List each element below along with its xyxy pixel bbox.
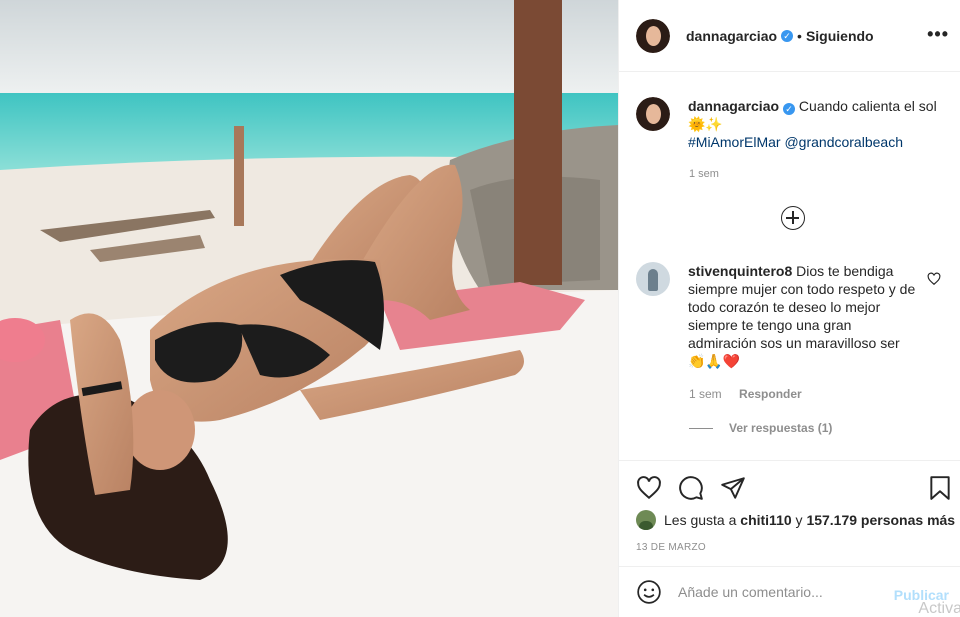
caption-hashtag[interactable]: #MiAmorElMar: [688, 134, 781, 150]
caption-mention[interactable]: @grandcoralbeach: [784, 134, 903, 150]
post-caption: dannagarciao ✓ Cuando calienta el sol 🌞✨ …: [636, 97, 946, 151]
view-replies-label: Ver respuestas (1): [729, 421, 833, 435]
share-icon[interactable]: [720, 475, 746, 501]
beach-photo-image: [0, 0, 618, 617]
comment-item: stivenquintero8 Dios te bendiga siempre …: [636, 262, 956, 370]
caption-username[interactable]: dannagarciao: [688, 98, 779, 114]
caption-emojis: 🌞✨: [688, 116, 723, 132]
replies-divider-line: [689, 427, 713, 429]
comment-meta: 1 sem Responder: [689, 387, 816, 401]
commenter-username[interactable]: stivenquintero8: [688, 263, 792, 279]
following-button[interactable]: Siguiendo: [806, 28, 874, 44]
post-header: dannagarciao ✓ • Siguiendo •••: [619, 0, 960, 72]
likes-connector: y: [795, 512, 803, 528]
add-comment-bar: Publicar: [619, 566, 960, 617]
load-more-comments-icon[interactable]: [781, 206, 805, 230]
separator-dot: •: [797, 27, 802, 44]
caption-text: Cuando calienta el sol: [798, 98, 937, 114]
caption-author-avatar[interactable]: [636, 97, 670, 131]
caption-verified-icon: ✓: [783, 103, 796, 115]
comment-timestamp[interactable]: 1 sem: [689, 387, 722, 401]
comment-icon[interactable]: [678, 475, 704, 501]
post-date[interactable]: 13 DE MARZO: [636, 542, 706, 553]
caption-text-block: dannagarciao ✓ Cuando calienta el sol 🌞✨ …: [688, 97, 938, 151]
author-username[interactable]: dannagarciao: [686, 28, 777, 44]
comment-input[interactable]: [678, 584, 878, 600]
caption-timestamp[interactable]: 1 sem: [689, 168, 719, 180]
view-replies-button[interactable]: Ver respuestas (1): [689, 421, 832, 435]
comment-body: stivenquintero8 Dios te bendiga siempre …: [688, 262, 918, 370]
likes-summary: Les gusta a chiti110 y 157.179 personas …: [636, 510, 955, 530]
commenter-avatar[interactable]: [636, 262, 670, 296]
emoji-icon[interactable]: [636, 579, 662, 605]
post-details-panel: dannagarciao ✓ • Siguiendo ••• dannagarc…: [618, 0, 960, 617]
reply-button[interactable]: Responder: [739, 387, 802, 401]
likes-count[interactable]: 157.179 personas más: [806, 512, 955, 528]
post-photo[interactable]: [0, 0, 618, 617]
liker-avatar[interactable]: [636, 510, 656, 530]
heart-icon[interactable]: [636, 475, 662, 501]
author-avatar[interactable]: [636, 18, 670, 53]
more-options-icon[interactable]: •••: [927, 24, 949, 45]
activation-watermark: Activa: [918, 600, 960, 617]
bookmark-icon[interactable]: [927, 475, 953, 501]
comment-like-heart-icon[interactable]: [927, 272, 941, 286]
liker-username[interactable]: chiti110: [740, 512, 791, 528]
likes-prefix: Les gusta a: [664, 512, 737, 528]
comment-emojis: 👏🙏❤️: [688, 353, 741, 369]
verified-badge-icon: ✓: [781, 29, 794, 42]
post-actions-bar: [619, 460, 960, 512]
